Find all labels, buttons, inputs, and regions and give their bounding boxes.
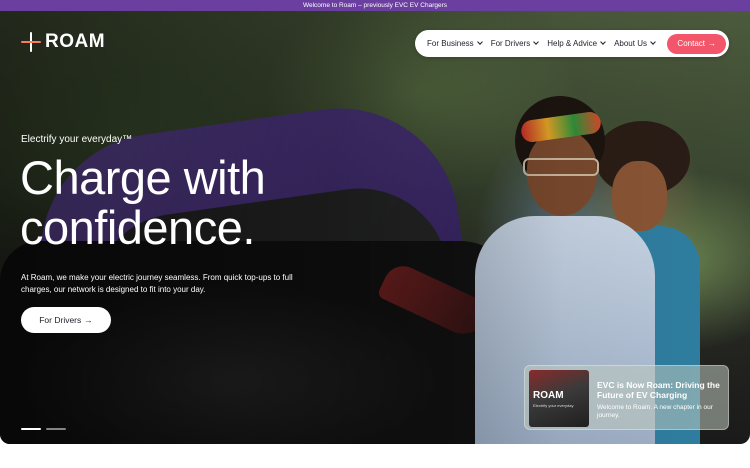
arrow-right-icon: → — [84, 315, 93, 325]
headline-line-2: confidence. — [20, 201, 255, 254]
contact-label: Contact — [677, 39, 705, 48]
announcement-text: Welcome to Roam – previously EVC EV Char… — [302, 2, 448, 9]
hero-headline: Charge with confidence. — [20, 153, 350, 253]
carousel-dot-1[interactable] — [21, 428, 41, 430]
news-card[interactable]: ROAM Electrify your everyday EVC is Now … — [524, 365, 729, 430]
nav-for-business[interactable]: For Business — [427, 39, 483, 48]
hero-body-text: At Roam, we make your electric journey s… — [21, 273, 293, 294]
nav-for-drivers[interactable]: For Drivers — [490, 39, 540, 48]
news-text: EVC is Now Roam: Driving the Future of E… — [597, 370, 724, 425]
hero-section: ROAM For Business For Drivers Help & Adv… — [0, 11, 750, 444]
thumbnail-subtitle: Electrify your everyday — [533, 403, 574, 408]
thumbnail-logo: ROAM — [533, 390, 564, 401]
nav-help-advice[interactable]: Help & Advice — [547, 39, 606, 48]
nav-label: For Business — [427, 39, 474, 48]
chevron-down-icon — [650, 39, 656, 45]
nav-label: For Drivers — [490, 39, 531, 48]
nav-label: About Us — [614, 39, 647, 48]
news-thumbnail: ROAM Electrify your everyday — [529, 370, 589, 427]
contact-button[interactable]: Contact → — [667, 33, 726, 54]
roam-logo[interactable]: ROAM — [21, 30, 105, 54]
headline-line-1: Charge with — [20, 151, 266, 204]
for-drivers-button[interactable]: For Drivers → — [21, 307, 111, 333]
news-title: EVC is Now Roam: Driving the Future of E… — [597, 380, 720, 400]
hero-tagline: Electrify your everyday™ — [21, 134, 133, 145]
logo-text: ROAM — [45, 31, 106, 52]
carousel-dot-2[interactable] — [46, 428, 66, 430]
announcement-bar: Welcome to Roam – previously EVC EV Char… — [0, 0, 750, 11]
chevron-down-icon — [600, 39, 606, 45]
cta-label: For Drivers — [39, 315, 82, 325]
arrow-right-icon: → — [708, 39, 716, 48]
chevron-down-icon — [533, 39, 540, 45]
carousel-indicators — [21, 428, 66, 430]
nav-about-us[interactable]: About Us — [614, 39, 656, 48]
news-description: Welcome to Roam. A new chapter in our jo… — [597, 404, 713, 419]
nav-label: Help & Advice — [547, 39, 598, 48]
star-icon — [21, 32, 41, 52]
chevron-down-icon — [476, 39, 483, 45]
main-nav: For Business For Drivers Help & Advice A… — [415, 30, 729, 57]
